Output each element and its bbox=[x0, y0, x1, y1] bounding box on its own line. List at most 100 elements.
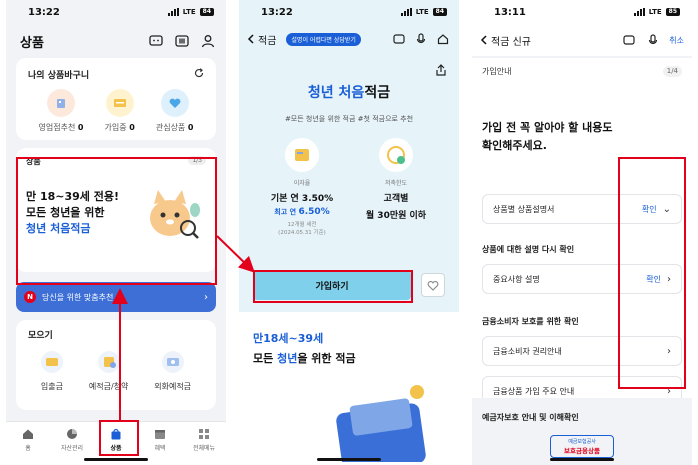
basket-item-count: 0 bbox=[129, 123, 135, 132]
grid-menu-icon bbox=[199, 429, 209, 439]
chevron-right-icon: › bbox=[204, 291, 208, 303]
chevron-left-icon bbox=[247, 34, 254, 44]
tab-all-menu[interactable]: 전체메뉴 bbox=[187, 428, 221, 465]
product-detail-screen: 13:22 LTE 84 적금 설명이 어렵다면 상담받기 청년 처음적금 #모… bbox=[239, 0, 459, 465]
heart-icon bbox=[160, 89, 189, 117]
base-rate: 기본 연 3.50% bbox=[270, 194, 334, 204]
microphone-icon[interactable] bbox=[645, 32, 661, 48]
row-label: 금융소비자 권리안내 bbox=[493, 346, 562, 356]
product-basket-card: 나의 상품바구니 영업점추천 0 가입중 0 관심상품 0 bbox=[16, 58, 216, 140]
basket-item-joined[interactable]: 가입중 0 bbox=[105, 89, 135, 133]
wallet-icon bbox=[40, 351, 63, 373]
product-hashtags: #모든 청년을 위한 적금 #첫 적금으로 추천 bbox=[284, 115, 414, 123]
tab-benefit[interactable]: 혜택 bbox=[143, 428, 177, 465]
share-icon[interactable] bbox=[435, 64, 447, 76]
back-button[interactable]: 적금 bbox=[247, 32, 276, 47]
refresh-icon[interactable] bbox=[194, 68, 204, 81]
banner-text: 당신을 위한 맞춤추천 bbox=[42, 292, 114, 302]
deposit-protection-logo: 예금보험공사 보호금융상품 bbox=[550, 435, 614, 458]
page-title: 상품 bbox=[20, 35, 44, 51]
basket-item-count: 0 bbox=[77, 123, 84, 132]
section-title: 상품에 대한 설명 다시 확인 bbox=[482, 245, 575, 254]
status-time: 13:11 bbox=[494, 6, 526, 18]
step-count: 1/4 bbox=[662, 66, 682, 77]
status-time: 13:22 bbox=[261, 6, 293, 18]
barcode-icon[interactable] bbox=[174, 33, 190, 49]
signal-icon bbox=[167, 8, 179, 16]
limit-caption: 저축한도 bbox=[384, 180, 408, 187]
category-savings[interactable]: 예적금/청약 bbox=[88, 351, 129, 392]
max-rate: 최고 연 6.50% bbox=[274, 207, 330, 217]
product-summary: 만18세~39세 모든 청년을 위한 적금 bbox=[239, 312, 459, 366]
signal-icon bbox=[633, 8, 645, 16]
battery-icon: 84 bbox=[432, 8, 447, 16]
heart-outline-icon bbox=[427, 280, 439, 291]
home-icon bbox=[23, 429, 33, 439]
network-label: LTE bbox=[182, 8, 196, 16]
section-title: 금융소비자 보호를 위한 확인 bbox=[482, 317, 579, 326]
wallet-illustration bbox=[336, 385, 426, 462]
deposit-protection-section: 예금자보호 안내 및 이해확인 예금보험공사 보호금융상품 bbox=[472, 398, 692, 465]
category-label: 예적금/청약 bbox=[88, 382, 129, 391]
category-label: 입출금 bbox=[40, 382, 64, 391]
row-label: 중요사항 설명 bbox=[493, 274, 540, 284]
savings-category-card: 모으기 입출금 예적금/청약 외화예적금 bbox=[16, 320, 216, 410]
network-label: LTE bbox=[415, 8, 429, 16]
basket-item-count: 0 bbox=[187, 123, 194, 132]
tab-label: 자산관리 bbox=[60, 445, 84, 452]
basket-item-recommend[interactable]: 영업점추천 0 bbox=[38, 89, 84, 133]
home-icon[interactable] bbox=[435, 31, 451, 47]
recommend-banner[interactable]: N 당신을 위한 맞춤추천 › bbox=[16, 282, 216, 312]
summary-age: 만18세~39세 bbox=[253, 332, 324, 345]
product-hero: 13:22 LTE 84 적금 설명이 어렵다면 상담받기 청년 처음적금 #모… bbox=[239, 0, 459, 312]
status-time: 13:22 bbox=[28, 6, 60, 18]
chatbot-icon[interactable] bbox=[391, 31, 407, 47]
home-indicator bbox=[550, 458, 614, 461]
basket-item-label: 영업점추천 bbox=[38, 123, 76, 132]
chevron-left-icon bbox=[480, 35, 487, 45]
status-bar: 13:22 LTE 84 bbox=[6, 0, 226, 24]
highlight-confirm-column bbox=[618, 157, 686, 389]
highlight-product-tab bbox=[99, 420, 139, 456]
cancel-button[interactable]: 취소 bbox=[669, 35, 684, 46]
category-deposit[interactable]: 입출금 bbox=[41, 351, 63, 392]
collect-title: 모으기 bbox=[28, 331, 53, 341]
microphone-icon[interactable] bbox=[413, 31, 429, 47]
signal-icon bbox=[400, 8, 412, 16]
category-label: 외화예적금 bbox=[154, 382, 192, 391]
summary-target: 모든 청년을 위한 적금 bbox=[253, 352, 356, 365]
back-button[interactable]: 적금 신규 bbox=[480, 33, 531, 48]
home-indicator bbox=[84, 458, 148, 461]
status-bar: 13:22 LTE 84 bbox=[239, 0, 459, 24]
favorite-button[interactable] bbox=[421, 273, 445, 297]
foreign-currency-icon bbox=[161, 351, 184, 373]
step-indicator: 가입안내 1/4 bbox=[482, 58, 682, 77]
rate-caption: 이자율 bbox=[293, 180, 311, 187]
limit-line-2: 월 30만원 이하 bbox=[365, 211, 427, 221]
rate-note: 12개월 세전 (2024.05.31 기준) bbox=[278, 222, 326, 236]
tab-label: 전체메뉴 bbox=[192, 445, 216, 452]
row-label: 상품별 상품설명서 bbox=[493, 204, 555, 214]
basket-item-label: 가입중 bbox=[104, 123, 127, 132]
pie-chart-icon bbox=[67, 429, 77, 439]
consult-tooltip[interactable]: 설명이 어렵다면 상담받기 bbox=[286, 32, 361, 46]
basket-item-interest[interactable]: 관심상품 0 bbox=[156, 89, 194, 133]
chatbot-icon[interactable] bbox=[621, 32, 637, 48]
clock-check-icon bbox=[379, 138, 413, 172]
new-badge: N bbox=[24, 291, 36, 303]
profile-icon[interactable] bbox=[200, 33, 216, 49]
detail-header: 적금 설명이 어렵다면 상담받기 bbox=[239, 24, 459, 54]
tab-home[interactable]: 홈 bbox=[11, 428, 45, 465]
footer-title: 예금자보호 안내 및 이해확인 bbox=[482, 413, 579, 422]
limit-line-1: 고객별 bbox=[383, 194, 409, 204]
tab-label: 홈 bbox=[25, 445, 31, 452]
branch-recommend-icon bbox=[47, 89, 75, 117]
chatbot-icon[interactable] bbox=[148, 33, 164, 49]
home-indicator bbox=[317, 458, 381, 461]
status-bar: 13:11 LTE 85 bbox=[472, 0, 692, 24]
basket-title: 나의 상품바구니 bbox=[28, 71, 90, 81]
interest-rate-info: 이자율 기본 연 3.50% 최고 연 6.50% 12개월 세전 (2024.0… bbox=[262, 138, 342, 237]
category-foreign[interactable]: 외화예적금 bbox=[154, 351, 191, 392]
calendar-icon bbox=[155, 430, 165, 439]
guide-heading: 가입 전 꼭 알아야 할 내용도 확인해주세요. bbox=[482, 121, 613, 152]
